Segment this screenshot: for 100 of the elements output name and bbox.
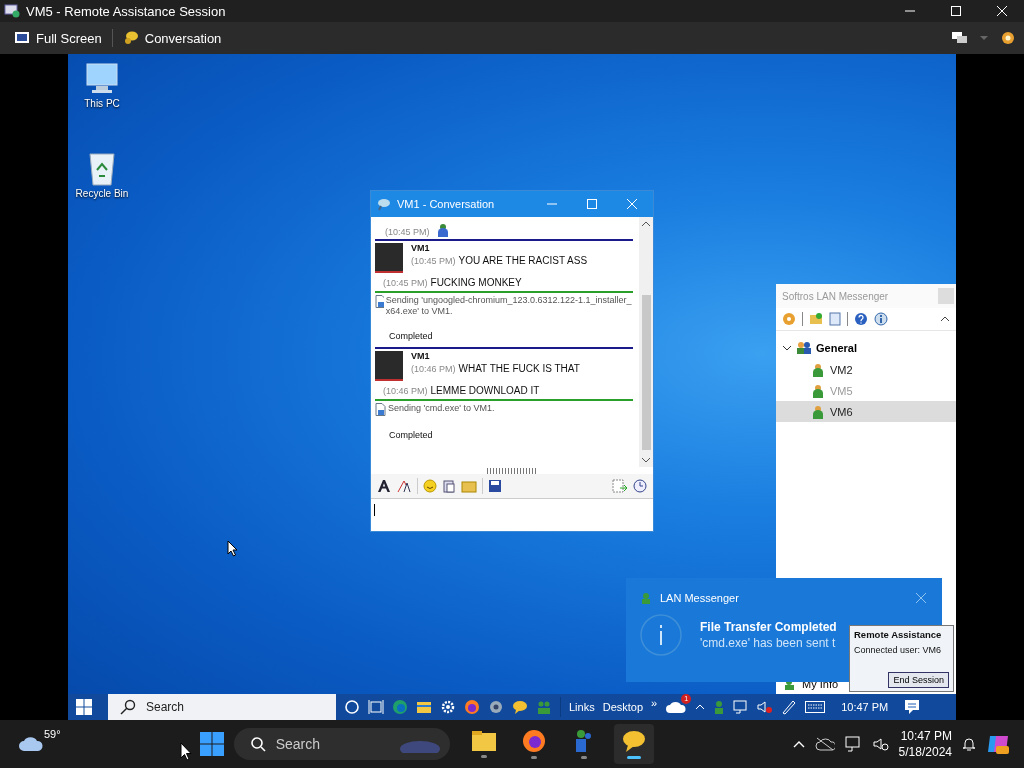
- taskbar-app[interactable]: [613, 724, 654, 764]
- chevron-up-icon[interactable]: [792, 740, 805, 748]
- firefox-icon: [521, 729, 546, 753]
- sender-name: VM1: [411, 243, 431, 253]
- font-icon[interactable]: [377, 479, 391, 493]
- gear-icon[interactable]: [488, 699, 504, 715]
- task-view-icon[interactable]: [368, 699, 384, 715]
- user-icon: [812, 383, 824, 398]
- message-time: (10:45 PM): [385, 227, 430, 237]
- clock-time[interactable]: 10:47 PM: [841, 701, 889, 713]
- windows-start-icon[interactable]: [76, 699, 92, 715]
- notification-body: 'cmd.exe' has been sent t: [700, 636, 837, 650]
- keyboard-icon[interactable]: [805, 701, 826, 713]
- dropdown-caret-icon[interactable]: [980, 35, 988, 41]
- computer-icon[interactable]: [84, 62, 120, 96]
- message-time: (10:45 PM): [411, 256, 456, 266]
- remote-assistance-icon: [4, 4, 20, 18]
- info-icon[interactable]: [874, 312, 888, 326]
- notification-title: File Transfer Completed: [700, 620, 837, 634]
- folder-icon[interactable]: [809, 312, 823, 326]
- transfer-status: Completed: [389, 429, 434, 440]
- notification-app-name: LAN Messenger: [660, 592, 739, 604]
- font-color-icon[interactable]: [396, 479, 412, 493]
- cortana-icon[interactable]: [344, 699, 360, 715]
- message-time: (10:46 PM): [383, 385, 428, 396]
- desktop-icon-label: This PC: [84, 98, 120, 109]
- people-icon: [573, 729, 594, 753]
- folder-icon[interactable]: [416, 700, 432, 714]
- message-time: (10:46 PM): [411, 363, 456, 374]
- send-file-icon[interactable]: [612, 479, 628, 493]
- window-title: VM5 - Remote Assistance Session: [26, 3, 227, 19]
- info-icon: [640, 614, 682, 656]
- transfer-text: Sending 'cmd.exe' to VM1.: [388, 402, 495, 414]
- recycle-bin-icon[interactable]: [87, 150, 117, 186]
- conversation-title: VM1 - Conversation: [397, 198, 496, 210]
- toolbar-overflow-chevron[interactable]: »: [651, 697, 658, 709]
- settings-icon[interactable]: [1000, 30, 1016, 46]
- expand-chevron-icon[interactable]: [782, 344, 792, 352]
- user-icon: [436, 223, 449, 237]
- cloud-off-icon[interactable]: [814, 737, 835, 751]
- chevron-up-icon[interactable]: [695, 704, 706, 710]
- search-icon: [120, 699, 136, 715]
- action-center-icon[interactable]: [904, 699, 921, 715]
- message-text: WHAT THE FUCK IS THAT: [458, 362, 580, 374]
- network-icon[interactable]: [733, 700, 750, 714]
- collapse-icon[interactable]: [940, 316, 950, 322]
- chat-bubble-icon: [621, 729, 646, 753]
- settings-icon[interactable]: [440, 699, 456, 715]
- mouse-pointer-icon: [180, 742, 192, 761]
- maximize-icon[interactable]: [950, 5, 962, 17]
- network-icon[interactable]: [844, 736, 863, 752]
- help-icon[interactable]: [854, 312, 868, 326]
- clock-date[interactable]: 5/18/2024: [898, 745, 952, 759]
- message-time: (10:45 PM): [383, 278, 428, 288]
- bell-icon[interactable]: [962, 736, 976, 752]
- mouse-pointer-icon: [227, 540, 238, 557]
- search-box[interactable]: Search: [108, 694, 336, 720]
- avatar-image: [375, 350, 403, 381]
- transfer-text: Sending 'ungoogled-chromium_123.0.6312.122-1.1_installer_x64.exe' to VM1.: [385, 295, 633, 317]
- conversation-button[interactable]: Conversation: [116, 26, 228, 50]
- scroll-up-icon[interactable]: [642, 221, 650, 227]
- clipboard-icon[interactable]: [442, 479, 456, 493]
- scrollbar[interactable]: [639, 217, 653, 467]
- popup-title: Remote Assistance: [854, 629, 943, 640]
- transfer-status: Completed: [389, 330, 434, 341]
- message-text: YOU ARE THE RACIST ASS: [458, 255, 588, 266]
- messenger-icon: [377, 197, 391, 211]
- search-icon: [249, 736, 266, 752]
- temperature[interactable]: 59°: [44, 728, 61, 740]
- user-icon: [812, 404, 824, 419]
- user-list-item[interactable]: VM2: [776, 359, 956, 380]
- smiley-icon[interactable]: [423, 479, 437, 493]
- full-screen-button[interactable]: Full Screen: [8, 26, 108, 50]
- connected-user-text: Connected user: VM6: [854, 645, 943, 655]
- search-box[interactable]: Search: [233, 728, 450, 760]
- edge-icon[interactable]: [392, 699, 408, 715]
- firefox-icon[interactable]: [464, 699, 480, 715]
- chat-bubble-icon[interactable]: [512, 699, 528, 715]
- weather-cloud-icon[interactable]: [18, 736, 44, 752]
- muted-speaker-icon[interactable]: [872, 737, 889, 751]
- folder-icon: [470, 730, 497, 752]
- end-session-button[interactable]: End Session: [888, 672, 949, 688]
- splitter-grip[interactable]: [487, 467, 537, 474]
- desktop-toolbar-label[interactable]: Desktop: [602, 701, 644, 713]
- user-icon: [812, 362, 824, 377]
- clock-time[interactable]: 10:47 PM: [900, 729, 952, 743]
- links-toolbar-label[interactable]: Links: [569, 701, 595, 713]
- sender-name: VM1: [411, 350, 431, 361]
- messenger-title: Softros LAN Messenger: [782, 290, 890, 302]
- chat-bubble-icon: [122, 30, 139, 46]
- scroll-down-icon[interactable]: [642, 457, 650, 463]
- history-icon[interactable]: [633, 479, 647, 493]
- windows-start-icon[interactable]: [199, 732, 224, 756]
- cloud-icon[interactable]: [665, 700, 688, 714]
- windows-layout-icon[interactable]: [952, 32, 968, 44]
- pen-icon[interactable]: [781, 699, 798, 715]
- user-list-item[interactable]: VM6: [776, 401, 956, 422]
- save-icon[interactable]: [488, 479, 502, 493]
- monitor-icon: [14, 31, 30, 45]
- file-icon: [375, 402, 386, 416]
